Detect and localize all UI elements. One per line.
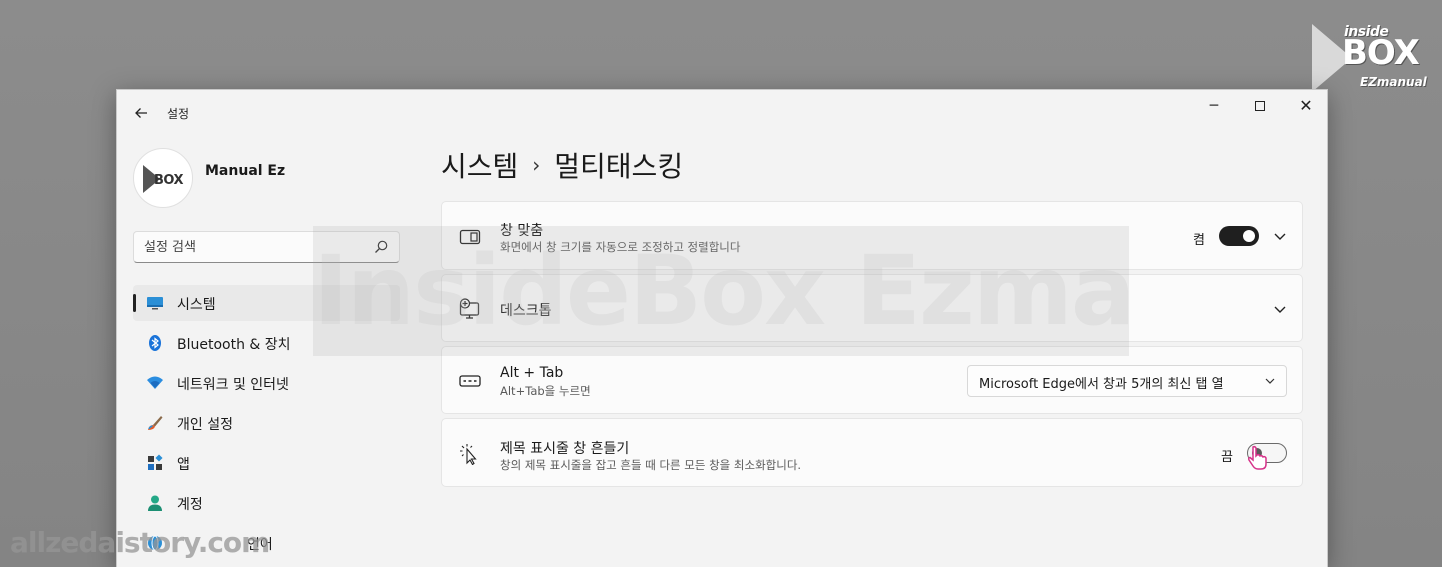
shake-subtitle: 창의 제목 표시줄을 잡고 흔들 때 다른 모든 창을 최소화합니다. [500, 458, 802, 472]
title-bar-shake-card: 제목 표시줄 창 흔들기 창의 제목 표시줄을 잡고 흔들 때 다른 모든 창을… [441, 418, 1303, 487]
shake-title: 제목 표시줄 창 흔들기 [500, 441, 630, 457]
search-box[interactable] [133, 231, 400, 263]
avatar[interactable]: BOX [133, 148, 193, 208]
alt-tab-dropdown-value: Microsoft Edge에서 창과 5개의 최신 탭 열 [979, 377, 1224, 392]
back-button[interactable] [129, 101, 153, 125]
desktops-icon [459, 298, 480, 319]
alt-tab-title: Alt + Tab [500, 365, 564, 381]
desktops-title: 데스크톱 [500, 303, 552, 319]
close-button[interactable]: ✕ [1283, 90, 1329, 122]
hand-cursor-icon [1247, 445, 1267, 470]
sidebar-item-language[interactable]: 언어 [133, 525, 400, 561]
settings-window: 설정 ─ ✕ BOX Manual Ez 시스템 Bluetooth & 장치 [116, 89, 1328, 567]
sidebar-item-personalization[interactable]: 개인 설정 [133, 405, 400, 441]
alt-tab-dropdown[interactable]: Microsoft Edge에서 창과 5개의 최신 탭 열 [967, 365, 1287, 397]
snap-windows-icon [459, 229, 481, 245]
insidebox-logo: inside BOX EZmanual [1312, 22, 1430, 94]
maximize-button[interactable] [1237, 90, 1283, 122]
search-icon[interactable] [373, 239, 389, 255]
toggle-knob [1243, 230, 1255, 242]
keyboard-icon [459, 375, 481, 387]
snap-state-label: 켬 [1193, 233, 1205, 248]
chevron-down-icon [1265, 378, 1275, 384]
account-icon [148, 495, 162, 511]
sidebar-item-label: 앱 [177, 457, 190, 473]
wifi-icon [147, 376, 163, 389]
bluetooth-icon [149, 335, 161, 351]
page-title: 멀티태스킹 [554, 150, 684, 183]
minimize-button[interactable]: ─ [1191, 90, 1237, 122]
shake-state-label: 끔 [1221, 450, 1233, 465]
selection-indicator [133, 294, 136, 312]
sidebar-item-apps[interactable]: 앱 [133, 445, 400, 481]
logo-line3: EZmanual [1360, 75, 1427, 89]
snap-windows-subtitle: 화면에서 창 크기를 자동으로 조정하고 정렬합니다 [500, 240, 741, 254]
sidebar-item-network[interactable]: 네트워크 및 인터넷 [133, 365, 400, 401]
sidebar-item-bluetooth[interactable]: Bluetooth & 장치 [133, 325, 400, 361]
language-icon [148, 535, 162, 551]
title-bar: 설정 ─ ✕ [117, 90, 1327, 136]
avatar-logo-text: BOX [154, 173, 184, 188]
breadcrumb-parent[interactable]: 시스템 [441, 150, 518, 183]
chevron-down-icon[interactable] [1272, 228, 1288, 244]
apps-icon [148, 454, 163, 470]
sidebar-item-label: 언어 [247, 537, 273, 553]
sidebar-item-accounts[interactable]: 계정 [133, 485, 400, 521]
profile-name: Manual Ez [205, 163, 286, 179]
logo-line2: BOX [1342, 33, 1420, 73]
sidebar-item-label: Bluetooth & 장치 [177, 337, 291, 353]
snap-toggle[interactable] [1219, 226, 1259, 246]
desktops-card[interactable]: 데스크톱 [441, 274, 1303, 342]
sidebar-item-label: 네트워크 및 인터넷 [177, 377, 289, 393]
breadcrumb-separator: › [532, 153, 541, 177]
chevron-down-icon[interactable] [1272, 301, 1288, 317]
brush-icon [148, 416, 163, 430]
app-title: 설정 [167, 107, 190, 121]
maximize-icon [1255, 101, 1265, 111]
snap-windows-card[interactable]: 창 맞춤 화면에서 창 크기를 자동으로 조정하고 정렬합니다 켬 [441, 201, 1303, 270]
alt-tab-card: Alt + Tab Alt+Tab을 누르면 Microsoft Edge에서 … [441, 346, 1303, 414]
snap-windows-title: 창 맞춤 [500, 223, 544, 239]
sidebar-item-label: 시스템 [177, 297, 216, 313]
sidebar-item-label: 계정 [177, 497, 203, 513]
sidebar-item-label: 개인 설정 [177, 417, 233, 433]
shake-cursor-icon [460, 444, 477, 465]
sidebar-item-system[interactable]: 시스템 [133, 285, 400, 321]
monitor-icon [147, 297, 163, 310]
back-arrow-icon [135, 108, 147, 118]
breadcrumb: 시스템 › 멀티태스킹 [441, 145, 683, 185]
search-input[interactable] [144, 237, 364, 257]
alt-tab-subtitle: Alt+Tab을 누르면 [500, 384, 591, 398]
